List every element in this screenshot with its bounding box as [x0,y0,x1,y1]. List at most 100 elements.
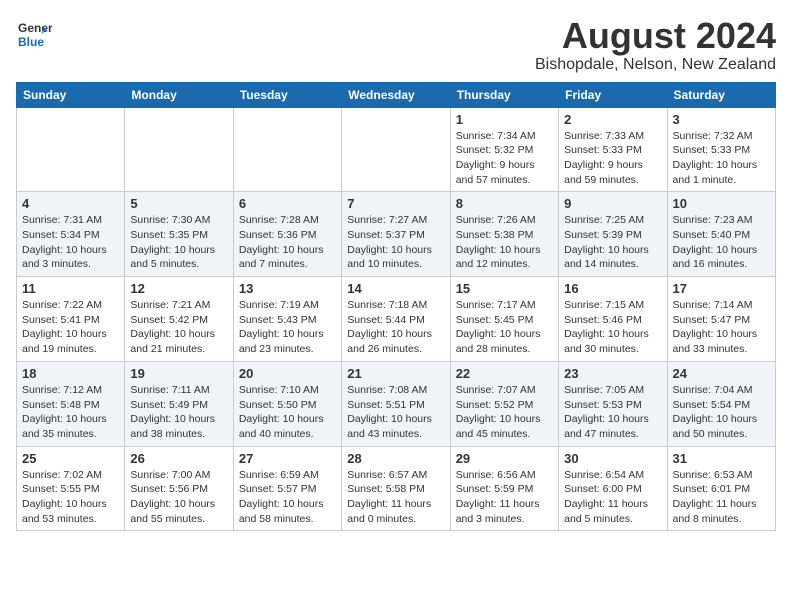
header-wednesday: Wednesday [342,82,450,107]
day-info: Sunrise: 7:21 AMSunset: 5:42 PMDaylight:… [130,298,227,357]
header-sunday: Sunday [17,82,125,107]
day-number: 25 [22,451,119,466]
day-number: 11 [22,281,119,296]
day-number: 15 [456,281,553,296]
logo: General Blue [16,16,54,52]
day-number: 20 [239,366,336,381]
day-info: Sunrise: 7:11 AMSunset: 5:49 PMDaylight:… [130,383,227,442]
calendar-header-row: Sunday Monday Tuesday Wednesday Thursday… [17,82,776,107]
day-info: Sunrise: 6:54 AMSunset: 6:00 PMDaylight:… [564,468,661,527]
day-info: Sunrise: 7:33 AMSunset: 5:33 PMDaylight:… [564,129,661,188]
day-info: Sunrise: 7:31 AMSunset: 5:34 PMDaylight:… [22,213,119,272]
day-info: Sunrise: 7:19 AMSunset: 5:43 PMDaylight:… [239,298,336,357]
day-info: Sunrise: 7:28 AMSunset: 5:36 PMDaylight:… [239,213,336,272]
day-info: Sunrise: 7:07 AMSunset: 5:52 PMDaylight:… [456,383,553,442]
table-row: 6 Sunrise: 7:28 AMSunset: 5:36 PMDaylight… [233,192,341,277]
day-number: 29 [456,451,553,466]
table-row [233,107,341,192]
day-info: Sunrise: 7:00 AMSunset: 5:56 PMDaylight:… [130,468,227,527]
table-row: 17 Sunrise: 7:14 AMSunset: 5:47 PMDayligh… [667,277,775,362]
table-row: 18Sunrise: 7:12 AMSunset: 5:48 PMDayligh… [17,361,125,446]
logo-icon: General Blue [16,16,52,52]
table-row: 3 Sunrise: 7:32 AMSunset: 5:33 PMDaylight… [667,107,775,192]
table-row: 14 Sunrise: 7:18 AMSunset: 5:44 PMDayligh… [342,277,450,362]
table-row [342,107,450,192]
day-number: 5 [130,196,227,211]
day-info: Sunrise: 7:30 AMSunset: 5:35 PMDaylight:… [130,213,227,272]
day-info: Sunrise: 6:56 AMSunset: 5:59 PMDaylight:… [456,468,553,527]
day-info: Sunrise: 7:12 AMSunset: 5:48 PMDaylight:… [22,383,119,442]
table-row [17,107,125,192]
table-row: 16 Sunrise: 7:15 AMSunset: 5:46 PMDayligh… [559,277,667,362]
table-row: 13 Sunrise: 7:19 AMSunset: 5:43 PMDayligh… [233,277,341,362]
day-info: Sunrise: 7:15 AMSunset: 5:46 PMDaylight:… [564,298,661,357]
day-number: 2 [564,112,661,127]
title-block: August 2024 Bishopdale, Nelson, New Zeal… [535,16,776,74]
day-number: 27 [239,451,336,466]
table-row: 31Sunrise: 6:53 AMSunset: 6:01 PMDayligh… [667,446,775,531]
table-row: 15Sunrise: 7:17 AMSunset: 5:45 PMDayligh… [450,277,558,362]
table-row: 12 Sunrise: 7:21 AMSunset: 5:42 PMDayligh… [125,277,233,362]
day-number: 3 [673,112,770,127]
month-title: August 2024 [535,16,776,56]
table-row: 8 Sunrise: 7:26 AMSunset: 5:38 PMDaylight… [450,192,558,277]
header-friday: Friday [559,82,667,107]
day-number: 13 [239,281,336,296]
day-number: 12 [130,281,227,296]
day-number: 14 [347,281,444,296]
table-row: 24Sunrise: 7:04 AMSunset: 5:54 PMDayligh… [667,361,775,446]
table-row: 21 Sunrise: 7:08 AMSunset: 5:51 PMDayligh… [342,361,450,446]
day-number: 8 [456,196,553,211]
day-info: Sunrise: 7:02 AMSunset: 5:55 PMDaylight:… [22,468,119,527]
header-tuesday: Tuesday [233,82,341,107]
table-row: 10 Sunrise: 7:23 AMSunset: 5:40 PMDayligh… [667,192,775,277]
day-number: 6 [239,196,336,211]
table-row: 30Sunrise: 6:54 AMSunset: 6:00 PMDayligh… [559,446,667,531]
day-info: Sunrise: 7:05 AMSunset: 5:53 PMDaylight:… [564,383,661,442]
day-number: 9 [564,196,661,211]
table-row: 29 Sunrise: 6:56 AMSunset: 5:59 PMDayligh… [450,446,558,531]
table-row [125,107,233,192]
day-info: Sunrise: 7:14 AMSunset: 5:47 PMDaylight:… [673,298,770,357]
day-info: Sunrise: 7:34 AMSunset: 5:32 PMDaylight:… [456,129,553,188]
table-row: 23Sunrise: 7:05 AMSunset: 5:53 PMDayligh… [559,361,667,446]
day-info: Sunrise: 7:23 AMSunset: 5:40 PMDaylight:… [673,213,770,272]
table-row: 9 Sunrise: 7:25 AMSunset: 5:39 PMDaylight… [559,192,667,277]
table-row: 19 Sunrise: 7:11 AMSunset: 5:49 PMDayligh… [125,361,233,446]
page-header: General Blue August 2024 Bishopdale, Nel… [16,16,776,74]
table-row: 7Sunrise: 7:27 AMSunset: 5:37 PMDaylight… [342,192,450,277]
day-number: 24 [673,366,770,381]
day-number: 1 [456,112,553,127]
day-info: Sunrise: 7:08 AMSunset: 5:51 PMDaylight:… [347,383,444,442]
day-info: Sunrise: 6:57 AMSunset: 5:58 PMDaylight:… [347,468,444,527]
day-number: 31 [673,451,770,466]
table-row: 25 Sunrise: 7:02 AMSunset: 5:55 PMDayligh… [17,446,125,531]
day-number: 21 [347,366,444,381]
table-row: 5 Sunrise: 7:30 AMSunset: 5:35 PMDaylight… [125,192,233,277]
day-info: Sunrise: 7:25 AMSunset: 5:39 PMDaylight:… [564,213,661,272]
day-number: 10 [673,196,770,211]
calendar-week-row: 11 Sunrise: 7:22 AMSunset: 5:41 PMDayligh… [17,277,776,362]
day-number: 28 [347,451,444,466]
day-info: Sunrise: 7:18 AMSunset: 5:44 PMDaylight:… [347,298,444,357]
header-monday: Monday [125,82,233,107]
calendar-week-row: 25 Sunrise: 7:02 AMSunset: 5:55 PMDayligh… [17,446,776,531]
table-row: 26Sunrise: 7:00 AMSunset: 5:56 PMDayligh… [125,446,233,531]
day-number: 16 [564,281,661,296]
day-info: Sunrise: 7:26 AMSunset: 5:38 PMDaylight:… [456,213,553,272]
day-info: Sunrise: 7:32 AMSunset: 5:33 PMDaylight:… [673,129,770,188]
day-number: 19 [130,366,227,381]
table-row: 1 Sunrise: 7:34 AMSunset: 5:32 PMDaylight… [450,107,558,192]
calendar-week-row: 4Sunrise: 7:31 AMSunset: 5:34 PMDaylight… [17,192,776,277]
day-info: Sunrise: 7:10 AMSunset: 5:50 PMDaylight:… [239,383,336,442]
day-number: 17 [673,281,770,296]
table-row: 4Sunrise: 7:31 AMSunset: 5:34 PMDaylight… [17,192,125,277]
calendar-table: Sunday Monday Tuesday Wednesday Thursday… [16,82,776,532]
calendar-week-row: 18Sunrise: 7:12 AMSunset: 5:48 PMDayligh… [17,361,776,446]
day-info: Sunrise: 7:22 AMSunset: 5:41 PMDaylight:… [22,298,119,357]
table-row: 22 Sunrise: 7:07 AMSunset: 5:52 PMDayligh… [450,361,558,446]
table-row: 27Sunrise: 6:59 AMSunset: 5:57 PMDayligh… [233,446,341,531]
table-row: 2 Sunrise: 7:33 AMSunset: 5:33 PMDaylight… [559,107,667,192]
header-saturday: Saturday [667,82,775,107]
day-number: 22 [456,366,553,381]
